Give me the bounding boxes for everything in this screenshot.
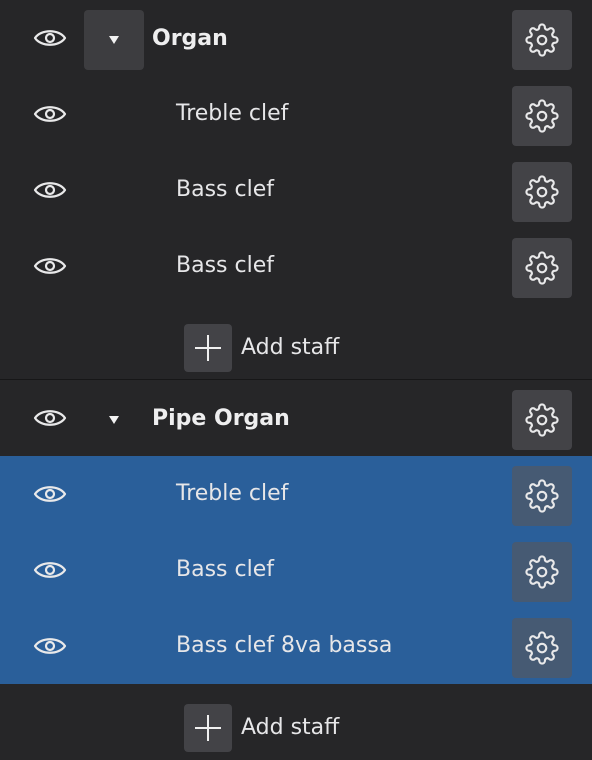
plus-icon: [193, 713, 223, 743]
add-staff-button[interactable]: [184, 324, 232, 372]
eye-icon[interactable]: [30, 402, 70, 434]
part-section-pipe-organ: Pipe Organ Treble clef Bass clef Bass cl…: [0, 380, 592, 760]
part-settings-button[interactable]: [512, 10, 572, 70]
add-staff-row: Add staff: [0, 304, 592, 380]
gear-icon: [525, 403, 559, 437]
add-staff-row: Add staff: [0, 684, 592, 760]
part-name: Organ: [152, 26, 228, 51]
staff-name: Bass clef: [176, 253, 274, 278]
staff-row[interactable]: Bass clef: [0, 228, 592, 304]
gear-icon: [525, 99, 559, 133]
collapse-part-button[interactable]: [84, 390, 144, 450]
eye-icon[interactable]: [30, 630, 70, 662]
part-row-pipe-organ[interactable]: Pipe Organ: [0, 380, 592, 456]
gear-icon: [525, 631, 559, 665]
eye-icon[interactable]: [30, 478, 70, 510]
add-staff-label[interactable]: Add staff: [241, 704, 339, 752]
part-name: Pipe Organ: [152, 406, 290, 431]
eye-icon[interactable]: [30, 22, 70, 54]
staff-row[interactable]: Bass clef 8va bassa: [0, 608, 592, 684]
gear-icon: [525, 479, 559, 513]
instruments-panel: Organ Treble clef Bass clef Bass clef Ad…: [0, 0, 592, 760]
add-staff-label[interactable]: Add staff: [241, 324, 339, 372]
staff-name: Bass clef 8va bassa: [176, 633, 393, 658]
part-section-organ: Organ Treble clef Bass clef Bass clef Ad…: [0, 0, 592, 380]
eye-icon[interactable]: [30, 554, 70, 586]
staff-row[interactable]: Treble clef: [0, 76, 592, 152]
staff-name: Bass clef: [176, 557, 274, 582]
staff-row[interactable]: Bass clef: [0, 152, 592, 228]
staff-name: Treble clef: [176, 481, 289, 506]
staff-name: Treble clef: [176, 101, 289, 126]
collapse-part-button[interactable]: [84, 10, 144, 70]
staff-row[interactable]: Bass clef: [0, 532, 592, 608]
staff-settings-button[interactable]: [512, 86, 572, 146]
add-staff-button[interactable]: [184, 704, 232, 752]
part-row-organ[interactable]: Organ: [0, 0, 592, 76]
staff-row[interactable]: Treble clef: [0, 456, 592, 532]
gear-icon: [525, 555, 559, 589]
part-settings-button[interactable]: [512, 390, 572, 450]
staff-settings-button[interactable]: [512, 238, 572, 298]
gear-icon: [525, 251, 559, 285]
triangle-down-icon: [108, 415, 120, 425]
gear-icon: [525, 175, 559, 209]
staff-settings-button[interactable]: [512, 466, 572, 526]
staff-settings-button[interactable]: [512, 162, 572, 222]
eye-icon[interactable]: [30, 250, 70, 282]
eye-icon[interactable]: [30, 174, 70, 206]
staff-settings-button[interactable]: [512, 618, 572, 678]
eye-icon[interactable]: [30, 98, 70, 130]
staff-settings-button[interactable]: [512, 542, 572, 602]
triangle-down-icon: [108, 35, 120, 45]
staff-name: Bass clef: [176, 177, 274, 202]
plus-icon: [193, 333, 223, 363]
gear-icon: [525, 23, 559, 57]
